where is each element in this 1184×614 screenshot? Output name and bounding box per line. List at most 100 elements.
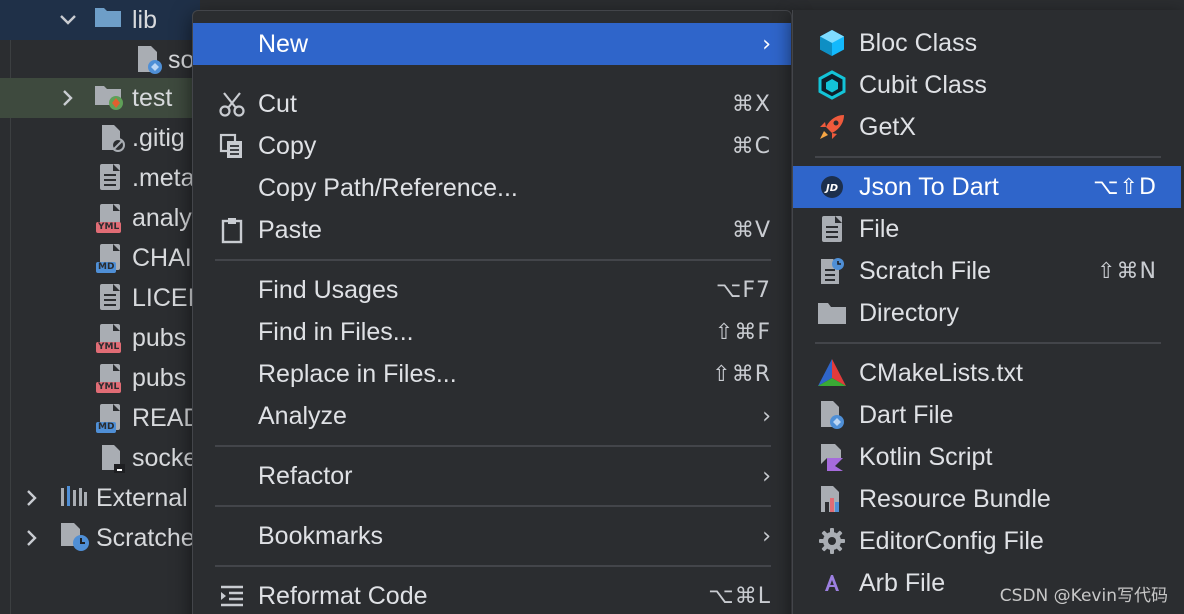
submenu-item-cmakelists[interactable]: CMakeLists.txt [793, 352, 1181, 394]
project-tree: lib so test .gitig .meta YML analy MD CH… [0, 0, 200, 614]
yml-tag: YML [96, 382, 122, 393]
tree-item-label: External [96, 483, 188, 512]
tree-item-dart-file[interactable]: so [0, 40, 200, 80]
chevron-right-icon[interactable] [58, 88, 78, 108]
submenu-item-label: Cubit Class [859, 70, 987, 99]
text-file-icon [100, 164, 126, 192]
menu-item-replace-in-files[interactable]: Replace in Files... ⇧⌘R [193, 353, 791, 395]
tree-item-readme[interactable]: MD READ [0, 398, 200, 438]
chevron-right-icon: › [762, 463, 771, 489]
bloc-cube-icon [817, 28, 847, 58]
menu-item-new[interactable]: New › [193, 23, 791, 65]
tree-item-lib[interactable]: lib [0, 0, 200, 40]
shortcut-label: ⌥F7 [715, 277, 771, 303]
menu-item-label: Cut [258, 89, 297, 118]
menu-item-find-usages[interactable]: Find Usages ⌥F7 [193, 269, 791, 311]
menu-item-find-in-files[interactable]: Find in Files... ⇧⌘F [193, 311, 791, 353]
submenu-item-label: CMakeLists.txt [859, 358, 1023, 387]
script-file-icon [100, 444, 126, 473]
submenu-item-editorconfig[interactable]: EditorConfig File [793, 520, 1181, 562]
submenu-item-scratch-file[interactable]: Scratch File ⇧⌘N [793, 250, 1181, 292]
shortcut-label: ⌘V [731, 217, 771, 243]
submenu-item-json-to-dart[interactable]: JD Json To Dart ⌥⇧D [793, 166, 1181, 208]
menu-item-label: Refactor [258, 461, 353, 490]
tree-item-scratches[interactable]: Scratche [0, 518, 200, 558]
text-file-icon [100, 284, 126, 312]
tree-item-label: CHAI [132, 243, 192, 272]
tree-item-gitignore[interactable]: .gitig [0, 118, 200, 158]
submenu-item-dart-file[interactable]: Dart File [793, 394, 1181, 436]
menu-item-analyze[interactable]: Analyze › [193, 395, 791, 437]
menu-separator [215, 259, 771, 261]
menu-item-cut[interactable]: Cut ⌘X [193, 83, 791, 125]
md-file-icon: MD [96, 244, 126, 273]
menu-item-label: New [258, 29, 309, 58]
dart-file-icon [817, 400, 847, 430]
tree-item-socket[interactable]: socke [0, 438, 200, 478]
md-tag: MD [96, 262, 117, 273]
submenu-separator [815, 156, 1161, 158]
tree-item-test[interactable]: test [0, 78, 200, 118]
shortcut-label: ⇧⌘N [1097, 258, 1157, 284]
tree-item-label: analy [132, 203, 192, 232]
libraries-icon [60, 484, 87, 512]
tree-item-analysis-options[interactable]: YML analy [0, 198, 200, 238]
md-tag: MD [96, 422, 117, 433]
submenu-item-directory[interactable]: Directory [793, 292, 1181, 334]
menu-separator [215, 445, 771, 447]
submenu-item-bloc-class[interactable]: Bloc Class [793, 22, 1181, 64]
chevron-right-icon: › [762, 523, 771, 549]
tree-item-label: test [132, 83, 173, 112]
submenu-item-getx[interactable]: GetX [793, 106, 1181, 148]
chevron-right-icon[interactable] [22, 488, 42, 508]
submenu-item-cubit-class[interactable]: Cubit Class [793, 64, 1181, 106]
tree-item-label: READ [132, 403, 200, 432]
menu-item-copy-path[interactable]: Copy Path/Reference... [193, 167, 791, 209]
tree-item-metadata[interactable]: .meta [0, 158, 200, 198]
menu-item-label: Find in Files... [258, 317, 414, 346]
submenu-item-label: Resource Bundle [859, 484, 1051, 513]
tree-item-pubspec-lock[interactable]: YML pubs [0, 318, 200, 358]
folder-icon [817, 298, 847, 328]
menu-item-paste[interactable]: Paste ⌘V [193, 209, 791, 251]
menu-item-label: Copy Path/Reference... [258, 173, 518, 202]
yml-tag: YML [96, 342, 122, 353]
yml-file-icon: YML [96, 204, 126, 233]
submenu-item-label: Arb File [859, 568, 946, 597]
submenu-item-label: Bloc Class [859, 28, 978, 57]
menu-item-label: Replace in Files... [258, 359, 457, 388]
yml-file-icon: YML [96, 364, 126, 393]
menu-separator [215, 505, 771, 507]
tree-item-label: socke [132, 443, 198, 472]
file-icon [817, 214, 847, 244]
cubit-hexagon-icon [817, 70, 847, 100]
submenu-item-resource-bundle[interactable]: Resource Bundle [793, 478, 1181, 520]
tree-item-pubspec-yaml[interactable]: YML pubs [0, 358, 200, 398]
chevron-right-icon[interactable] [22, 528, 42, 548]
resource-bundle-icon [817, 484, 847, 514]
context-menu: New › Cut ⌘X Copy ⌘C Copy Path/Reference… [192, 10, 792, 614]
tree-item-label: .gitig [132, 123, 185, 152]
menu-item-reformat-code[interactable]: Reformat Code ⌥⌘L [193, 575, 791, 614]
tree-item-changelog[interactable]: MD CHAI [0, 238, 200, 278]
tree-item-license[interactable]: LICEI [0, 278, 200, 318]
menu-item-label: Paste [258, 215, 322, 244]
shortcut-label: ⌥⇧D [1093, 174, 1157, 200]
scratch-file-icon [817, 256, 847, 286]
tree-item-external-libraries[interactable]: External [0, 478, 200, 518]
watermark: CSDN @Kevin写代码 [999, 586, 1168, 606]
submenu-item-file[interactable]: File [793, 208, 1181, 250]
scissors-icon [217, 89, 247, 119]
menu-item-bookmarks[interactable]: Bookmarks › [193, 515, 791, 557]
submenu-item-label: Scratch File [859, 256, 991, 285]
menu-item-refactor[interactable]: Refactor › [193, 455, 791, 497]
chevron-down-icon[interactable] [58, 10, 78, 30]
menu-item-copy[interactable]: Copy ⌘C [193, 125, 791, 167]
submenu-item-kotlin-script[interactable]: Kotlin Script [793, 436, 1181, 478]
shortcut-label: ⌥⌘L [708, 583, 771, 609]
menu-item-label: Reformat Code [258, 581, 428, 610]
svg-text:JD: JD [824, 183, 838, 194]
ignore-file-icon [100, 124, 126, 152]
menu-item-label: Bookmarks [258, 521, 384, 550]
tree-item-label: .meta [132, 163, 195, 192]
